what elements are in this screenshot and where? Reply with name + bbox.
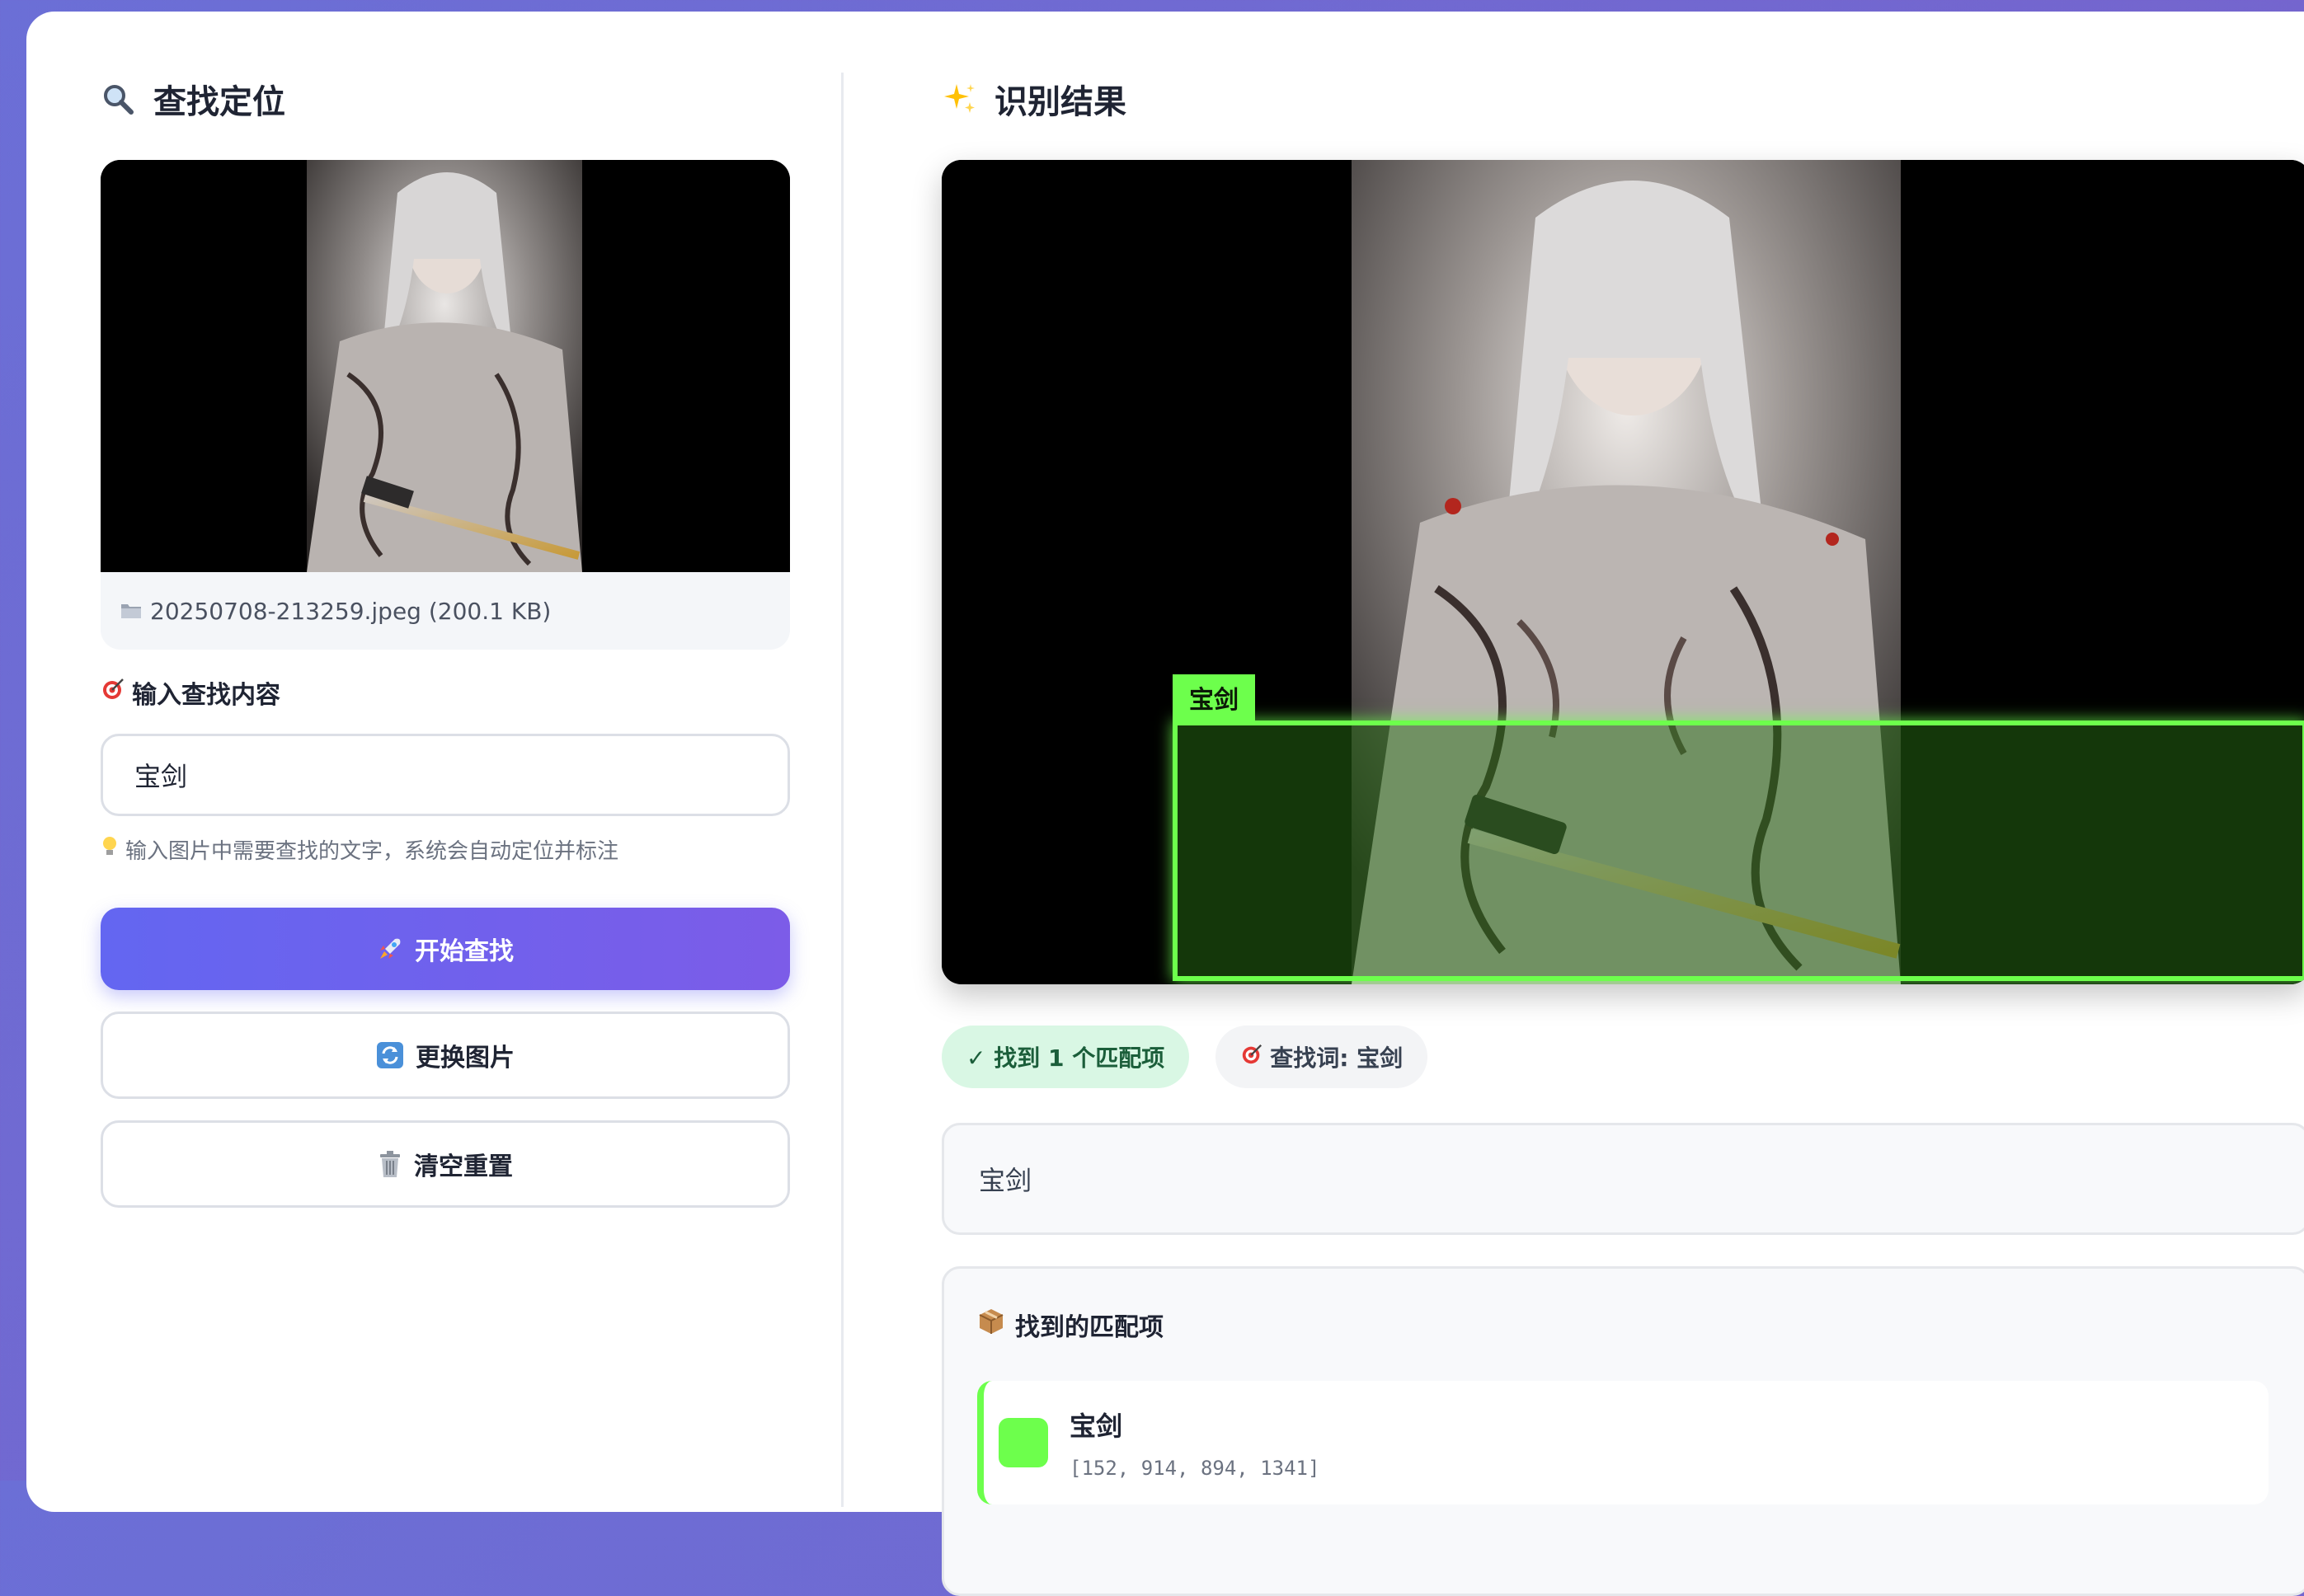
uploaded-file-info: 20250708-213259.jpeg (200.1 KB): [101, 572, 790, 650]
target-icon: [101, 677, 125, 708]
package-icon: [977, 1307, 1005, 1342]
search-field-label: 输入查找内容: [101, 674, 790, 711]
query-term-badge: 查找词: 宝剑: [1215, 1026, 1428, 1088]
query-term-text: 查找词: 宝剑: [1270, 1044, 1404, 1072]
change-image-label: 更换图片: [416, 1044, 515, 1073]
refresh-icon: [376, 1041, 404, 1069]
result-panel-header: 识别结果: [942, 61, 2304, 137]
search-input[interactable]: [101, 734, 790, 816]
folder-icon: [120, 598, 142, 625]
uploaded-image-preview[interactable]: [101, 160, 790, 572]
change-image-button[interactable]: 更换图片: [101, 1012, 790, 1099]
uploaded-image-card: 20250708-213259.jpeg (200.1 KB): [101, 160, 790, 650]
panel-divider: [841, 73, 844, 1507]
result-badges: ✓ 找到 1 个匹配项 查找词: 宝剑: [942, 1026, 2304, 1088]
match-item[interactable]: 宝剑 [152, 914, 894, 1341]: [977, 1381, 2269, 1504]
detection-box: [1173, 721, 2304, 981]
clear-reset-label: 清空重置: [414, 1152, 513, 1181]
clear-reset-button[interactable]: 清空重置: [101, 1120, 790, 1208]
start-search-button[interactable]: 开始查找: [101, 908, 790, 990]
matches-section: 找到的匹配项 宝剑 [152, 914, 894, 1341]: [942, 1266, 2304, 1596]
target-icon: [1240, 1043, 1263, 1072]
result-panel: 识别结果 宝剑 ✓ 找到 1 个匹配项 查找词: 宝剑 宝剑 找到的匹配项 宝剑…: [942, 61, 2304, 1596]
match-details: 宝剑 [152, 914, 894, 1341]: [1070, 1406, 1319, 1480]
uploaded-file-name: 20250708-213259.jpeg (200.1 KB): [150, 597, 552, 625]
main-card: 查找定位 20250708-213259.jpeg (200.1 KB) 输入查…: [26, 12, 2304, 1596]
lightbulb-icon: [101, 835, 119, 864]
search-panel-header: 查找定位: [101, 61, 790, 137]
found-count-badge: ✓ 找到 1 个匹配项: [942, 1026, 1190, 1088]
detection-label: 宝剑: [1173, 674, 1255, 721]
search-hint: 输入图片中需要查找的文字，系统会自动定位并标注: [101, 834, 790, 865]
result-panel-title: 识别结果: [994, 83, 1126, 121]
magnifier-icon: [101, 82, 140, 116]
matches-header: 找到的匹配项: [977, 1269, 2275, 1381]
search-label-text: 输入查找内容: [132, 681, 280, 710]
search-hint-text: 输入图片中需要查找的文字，系统会自动定位并标注: [125, 839, 619, 864]
recognized-text-box: 宝剑: [942, 1123, 2304, 1235]
search-panel: 查找定位 20250708-213259.jpeg (200.1 KB) 输入查…: [101, 61, 790, 1208]
trash-icon: [378, 1150, 402, 1178]
annotated-image: 宝剑: [942, 160, 2304, 984]
sparkles-icon: [942, 81, 981, 117]
search-panel-title: 查找定位: [153, 83, 285, 121]
rocket-icon: [377, 936, 403, 962]
match-color-swatch: [999, 1418, 1048, 1467]
match-name: 宝剑: [1070, 1411, 1123, 1442]
matches-title: 找到的匹配项: [1015, 1313, 1164, 1342]
start-search-label: 开始查找: [415, 937, 514, 966]
match-coordinates: [152, 914, 894, 1341]: [1070, 1457, 1320, 1480]
